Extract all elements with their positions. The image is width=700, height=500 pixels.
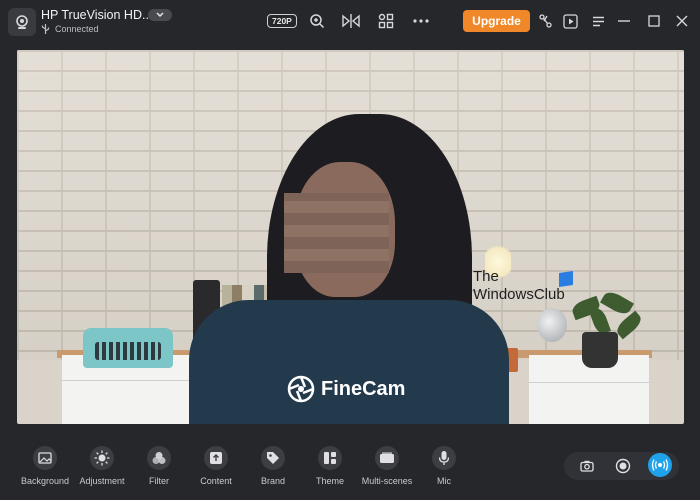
snapshot-button[interactable] [577, 456, 597, 476]
watermark: The WindowsClub [473, 268, 565, 303]
resolution-button[interactable]: 720P [267, 10, 297, 32]
finecam-logo: FineCam [287, 375, 405, 403]
tool-brand[interactable]: Brand [245, 446, 301, 486]
scissors-icon [539, 14, 552, 28]
camera-icon [580, 460, 594, 472]
mirror-button[interactable] [340, 10, 362, 32]
grid-icon [378, 13, 394, 29]
more-button[interactable] [410, 10, 432, 32]
tool-content[interactable]: Content [188, 446, 244, 486]
record-button[interactable] [613, 456, 633, 476]
layout-button[interactable] [375, 10, 397, 32]
filter-icon [152, 452, 166, 464]
scissors-button[interactable] [536, 10, 556, 32]
close-icon [676, 15, 688, 27]
camera-preview[interactable]: The WindowsClub FineCam [17, 50, 684, 424]
more-icon [413, 19, 429, 23]
status-text: Connected [55, 24, 99, 34]
chevron-down-icon [156, 12, 164, 18]
usb-icon [41, 24, 50, 34]
upload-icon [210, 452, 222, 464]
live-stream-button[interactable] [648, 453, 672, 477]
title-bar: HP TrueVision HD... Connected 720P Upgra… [0, 0, 700, 44]
tool-background[interactable]: Background [17, 446, 73, 486]
record-icon [615, 458, 631, 474]
plant [582, 332, 618, 368]
resolution-badge: 720P [267, 14, 297, 28]
mic-icon [438, 451, 450, 465]
maximize-icon [648, 15, 660, 27]
windows-logo-icon [559, 271, 573, 287]
brightness-icon [94, 450, 110, 466]
tool-adjustment[interactable]: Adjustment [74, 446, 130, 486]
zoom-in-icon [310, 14, 325, 29]
upgrade-button[interactable]: Upgrade [463, 10, 530, 32]
connection-status: Connected [41, 24, 99, 34]
broadcast-icon [651, 459, 669, 471]
finecam-logo-icon [287, 375, 315, 403]
play-icon [562, 13, 578, 29]
tag-icon [267, 452, 279, 464]
maximize-button[interactable] [644, 10, 664, 32]
image-icon [38, 452, 52, 464]
webcam-icon[interactable] [8, 8, 36, 36]
video-library-button[interactable] [560, 10, 580, 32]
close-button[interactable] [672, 10, 692, 32]
device-dropdown-button[interactable] [148, 9, 172, 21]
brand-label: FineCam [321, 377, 406, 400]
tool-filter[interactable]: Filter [131, 446, 187, 486]
layout-icon [324, 452, 336, 464]
blurred-face [284, 193, 389, 273]
scenes-icon [380, 452, 394, 463]
globe [537, 308, 567, 342]
minimize-button[interactable] [614, 10, 634, 32]
tool-theme[interactable]: Theme [302, 446, 358, 486]
tool-mic[interactable]: Mic [416, 446, 472, 486]
minimize-icon [618, 20, 630, 22]
tool-multi-scenes[interactable]: Multi-scenes [359, 446, 415, 486]
mirror-icon [342, 14, 360, 28]
device-name: HP TrueVision HD... [41, 8, 153, 22]
zoom-button[interactable] [306, 10, 328, 32]
menu-button[interactable] [588, 10, 608, 32]
menu-icon [592, 16, 604, 26]
